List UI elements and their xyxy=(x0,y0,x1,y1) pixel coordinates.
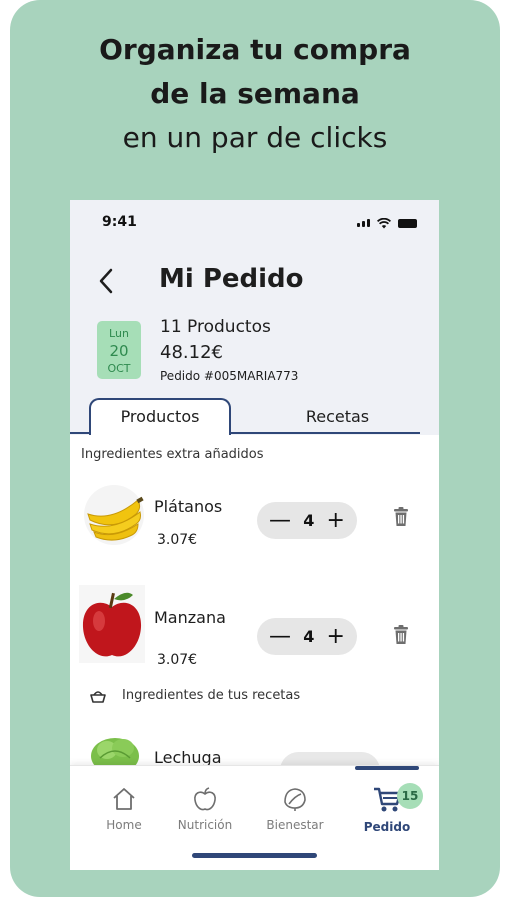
order-summary: 11 Productos 48.12€ Pedido #005MARIA773 xyxy=(160,316,298,384)
cart-count-badge: 15 xyxy=(397,783,423,809)
date-day-name: Lun xyxy=(109,327,129,340)
quantity-stepper[interactable]: — 4 + xyxy=(257,618,357,655)
battery-icon xyxy=(398,218,417,228)
promo-line-1: Organiza tu compra xyxy=(99,33,411,66)
nav-nutricion[interactable]: Nutrición xyxy=(165,786,245,832)
status-icons xyxy=(357,214,417,232)
basket-icon xyxy=(90,690,106,703)
section-recipes: Ingredientes de tus recetas xyxy=(90,688,300,703)
nav-home-label: Home xyxy=(106,818,142,832)
item-price: 3.07€ xyxy=(157,652,198,668)
quantity-value: 4 xyxy=(303,627,315,646)
plus-button[interactable]: + xyxy=(327,625,345,648)
promo-line-2: de la semana xyxy=(150,77,360,110)
page-title: Mi Pedido xyxy=(159,264,304,294)
active-tab-indicator xyxy=(355,766,419,770)
item-price: 3.07€ xyxy=(157,532,198,548)
date-month: OCT xyxy=(107,362,131,375)
signal-icon xyxy=(357,219,370,227)
section-extra-label: Ingredientes extra añadidos xyxy=(81,447,264,462)
products-count: 11 Productos xyxy=(160,317,271,337)
status-time: 9:41 xyxy=(102,214,137,230)
nav-bienestar[interactable]: Bienestar xyxy=(255,786,335,832)
trash-icon[interactable] xyxy=(393,625,409,645)
item-name: Plátanos xyxy=(154,497,223,516)
tab-recetas[interactable]: Recetas xyxy=(270,407,405,426)
nav-home[interactable]: Home xyxy=(84,786,164,832)
banana-image xyxy=(84,485,144,545)
order-id: Pedido #005MARIA773 xyxy=(160,369,299,383)
delivery-date-badge: Lun 20 OCT xyxy=(97,321,141,379)
nav-nutricion-label: Nutrición xyxy=(177,818,233,832)
leaf-icon xyxy=(284,788,306,811)
minus-button[interactable]: — xyxy=(269,625,291,648)
back-arrow-icon[interactable] xyxy=(94,266,118,296)
quantity-value: 4 xyxy=(303,511,315,530)
date-day: 20 xyxy=(109,342,129,360)
promo-card: Organiza tu compra de la semana en un pa… xyxy=(10,0,500,897)
home-indicator xyxy=(192,853,317,858)
plus-button[interactable]: + xyxy=(327,509,345,532)
home-icon xyxy=(113,788,135,810)
quantity-stepper[interactable]: — 4 + xyxy=(257,502,357,539)
item-name: Manzana xyxy=(154,608,226,627)
promo-line-3: en un par de clicks xyxy=(122,121,388,154)
tab-productos[interactable]: Productos xyxy=(89,398,231,435)
wifi-icon xyxy=(377,217,391,228)
nav-pedido-label: Pedido xyxy=(363,820,411,834)
apple-image xyxy=(79,585,145,663)
order-total: 48.12€ xyxy=(160,342,223,363)
section-recipes-label: Ingredientes de tus recetas xyxy=(122,688,301,703)
apple-icon xyxy=(194,787,216,811)
lettuce-image xyxy=(91,738,139,770)
minus-button[interactable]: — xyxy=(269,509,291,532)
phone-screen: 9:41 Mi Pedido Lun 20 OCT 11 Productos 4… xyxy=(70,200,439,870)
trash-icon[interactable] xyxy=(393,507,409,527)
nav-bienestar-label: Bienestar xyxy=(266,818,324,832)
promo-headline: Organiza tu compra de la semana en un pa… xyxy=(10,28,500,160)
